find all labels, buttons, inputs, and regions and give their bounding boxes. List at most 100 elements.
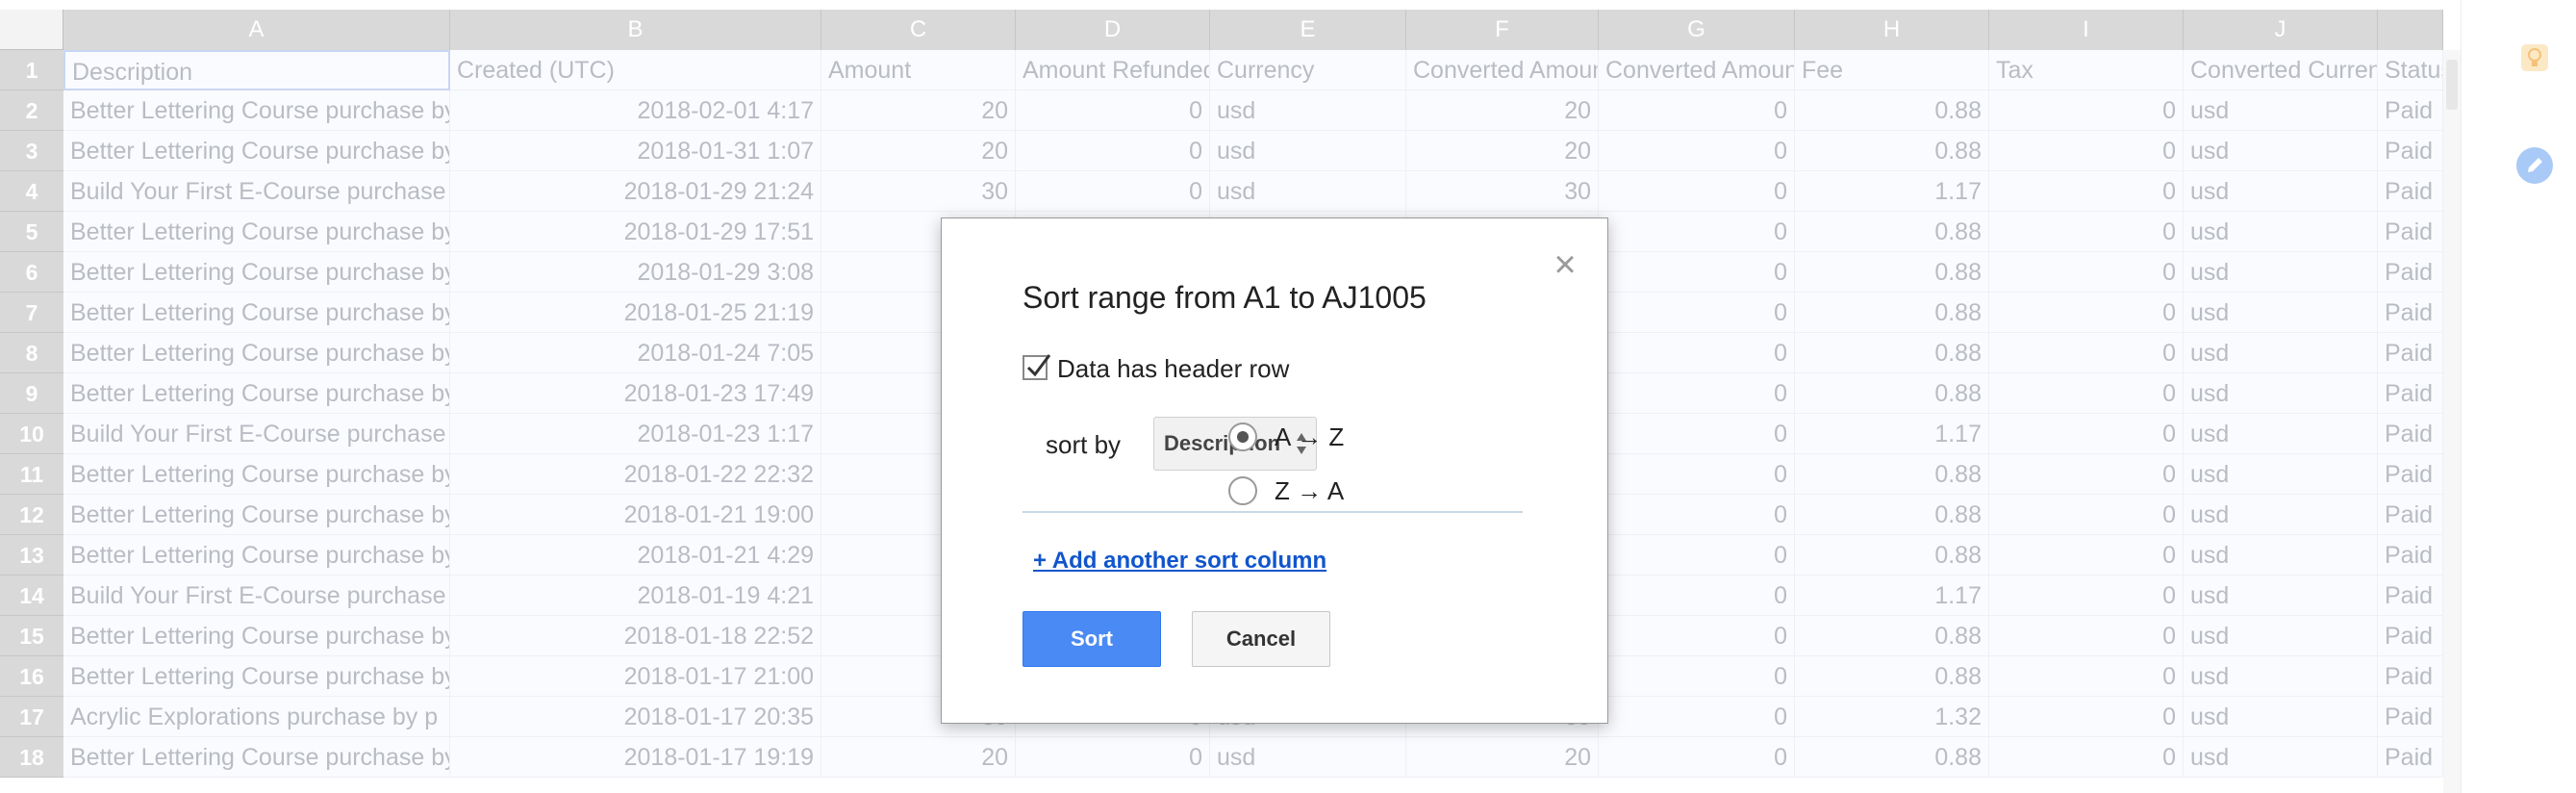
- table-cell[interactable]: Better Lettering Course purchase by: [63, 373, 450, 414]
- header-cell[interactable]: Amount: [821, 50, 1016, 90]
- column-header[interactable]: D: [1016, 10, 1210, 50]
- sort-az-radio[interactable]: [1228, 422, 1257, 451]
- header-cell[interactable]: Tax: [1989, 50, 2184, 90]
- table-cell[interactable]: Paid: [2378, 333, 2443, 373]
- table-cell[interactable]: 2018-01-22 22:32: [450, 454, 821, 495]
- column-header[interactable]: F: [1406, 10, 1599, 50]
- header-row-checkbox[interactable]: [1023, 354, 1051, 380]
- table-cell[interactable]: Paid: [2378, 90, 2443, 131]
- table-cell[interactable]: 0.88: [1795, 90, 1989, 131]
- table-cell[interactable]: 0: [1599, 131, 1795, 171]
- table-cell[interactable]: 2018-01-21 4:29: [450, 535, 821, 576]
- table-cell[interactable]: 0.88: [1795, 252, 1989, 293]
- table-cell[interactable]: 0: [1989, 454, 2184, 495]
- table-cell[interactable]: 2018-01-17 19:19: [450, 737, 821, 778]
- table-cell[interactable]: Better Lettering Course purchase by: [63, 333, 450, 373]
- row-header[interactable]: 9: [0, 373, 63, 414]
- row-header[interactable]: 16: [0, 656, 63, 697]
- table-cell[interactable]: 0.88: [1795, 454, 1989, 495]
- table-cell[interactable]: 0: [1599, 656, 1795, 697]
- table-cell[interactable]: 2018-02-01 4:17: [450, 90, 821, 131]
- table-cell[interactable]: 0.88: [1795, 212, 1989, 252]
- header-cell[interactable]: Converted Currency: [2184, 50, 2378, 90]
- table-cell[interactable]: 0: [1989, 414, 2184, 454]
- table-cell[interactable]: Paid: [2378, 373, 2443, 414]
- table-cell[interactable]: 20: [1406, 90, 1599, 131]
- table-cell[interactable]: 0: [1989, 616, 2184, 656]
- table-cell[interactable]: 0: [1989, 576, 2184, 616]
- table-cell[interactable]: 30: [821, 171, 1016, 212]
- table-cell[interactable]: usd: [2184, 535, 2378, 576]
- table-cell[interactable]: 0.88: [1795, 495, 1989, 535]
- header-cell[interactable]: Fee: [1795, 50, 1989, 90]
- sort-za-radio[interactable]: [1228, 476, 1257, 505]
- table-cell[interactable]: 0.88: [1795, 737, 1989, 778]
- table-cell[interactable]: usd: [2184, 414, 2378, 454]
- table-cell[interactable]: 0: [1989, 495, 2184, 535]
- table-cell[interactable]: 0: [1989, 373, 2184, 414]
- table-cell[interactable]: Better Lettering Course purchase by: [63, 656, 450, 697]
- table-cell[interactable]: usd: [2184, 697, 2378, 737]
- table-cell[interactable]: usd: [2184, 495, 2378, 535]
- table-cell[interactable]: 0: [1599, 252, 1795, 293]
- table-cell[interactable]: 0: [1016, 737, 1210, 778]
- table-cell[interactable]: 20: [821, 90, 1016, 131]
- table-cell[interactable]: 0: [1599, 535, 1795, 576]
- table-cell[interactable]: Paid: [2378, 171, 2443, 212]
- table-cell[interactable]: 20: [1406, 131, 1599, 171]
- table-cell[interactable]: 0: [1599, 293, 1795, 333]
- table-cell[interactable]: Paid: [2378, 495, 2443, 535]
- table-cell[interactable]: 0.88: [1795, 333, 1989, 373]
- table-cell[interactable]: 0: [1599, 495, 1795, 535]
- lightbulb-icon[interactable]: [2515, 38, 2554, 77]
- header-cell[interactable]: Converted Amount: [1406, 50, 1599, 90]
- row-header[interactable]: 5: [0, 212, 63, 252]
- table-cell[interactable]: 2018-01-18 22:52: [450, 616, 821, 656]
- table-cell[interactable]: usd: [2184, 90, 2378, 131]
- table-cell[interactable]: usd: [2184, 656, 2378, 697]
- row-header[interactable]: 14: [0, 576, 63, 616]
- table-cell[interactable]: Acrylic Explorations purchase by p: [63, 697, 450, 737]
- table-cell[interactable]: Better Lettering Course purchase by: [63, 293, 450, 333]
- row-header[interactable]: 1: [0, 50, 63, 90]
- column-header[interactable]: G: [1599, 10, 1795, 50]
- table-cell[interactable]: Paid: [2378, 576, 2443, 616]
- table-cell[interactable]: 0: [1599, 576, 1795, 616]
- header-cell[interactable]: Converted Amount Refunded: [1599, 50, 1795, 90]
- table-cell[interactable]: 0: [1599, 373, 1795, 414]
- table-cell[interactable]: 2018-01-19 4:21: [450, 576, 821, 616]
- table-cell[interactable]: Paid: [2378, 252, 2443, 293]
- row-header[interactable]: 8: [0, 333, 63, 373]
- table-cell[interactable]: Paid: [2378, 616, 2443, 656]
- table-cell[interactable]: 2018-01-17 20:35: [450, 697, 821, 737]
- table-cell[interactable]: usd: [2184, 616, 2378, 656]
- table-cell[interactable]: 2018-01-29 3:08: [450, 252, 821, 293]
- table-cell[interactable]: 0: [1016, 131, 1210, 171]
- table-cell[interactable]: 1.32: [1795, 697, 1989, 737]
- table-cell[interactable]: 20: [1406, 737, 1599, 778]
- pencil-icon[interactable]: [2515, 146, 2554, 185]
- column-header[interactable]: A: [63, 10, 450, 50]
- table-cell[interactable]: 2018-01-17 21:00: [450, 656, 821, 697]
- header-cell[interactable]: Description: [63, 50, 450, 90]
- row-header[interactable]: 12: [0, 495, 63, 535]
- table-cell[interactable]: 20: [821, 131, 1016, 171]
- sort-za-label[interactable]: Z → A: [1275, 476, 1344, 505]
- column-header[interactable]: B: [450, 10, 821, 50]
- table-cell[interactable]: 0.88: [1795, 373, 1989, 414]
- table-cell[interactable]: 0: [1989, 535, 2184, 576]
- table-cell[interactable]: Paid: [2378, 535, 2443, 576]
- header-cell[interactable]: Amount Refunded: [1016, 50, 1210, 90]
- table-cell[interactable]: Better Lettering Course purchase by: [63, 252, 450, 293]
- add-sort-column-link[interactable]: + Add another sort column: [1033, 548, 1326, 575]
- table-cell[interactable]: 0: [1599, 616, 1795, 656]
- table-cell[interactable]: usd: [2184, 373, 2378, 414]
- table-cell[interactable]: 0.88: [1795, 131, 1989, 171]
- table-cell[interactable]: usd: [2184, 333, 2378, 373]
- table-cell[interactable]: 0: [1989, 171, 2184, 212]
- table-cell[interactable]: 0: [1599, 697, 1795, 737]
- table-cell[interactable]: 2018-01-23 17:49: [450, 373, 821, 414]
- table-cell[interactable]: 0: [1989, 333, 2184, 373]
- table-cell[interactable]: 0: [1989, 697, 2184, 737]
- table-cell[interactable]: usd: [1210, 90, 1406, 131]
